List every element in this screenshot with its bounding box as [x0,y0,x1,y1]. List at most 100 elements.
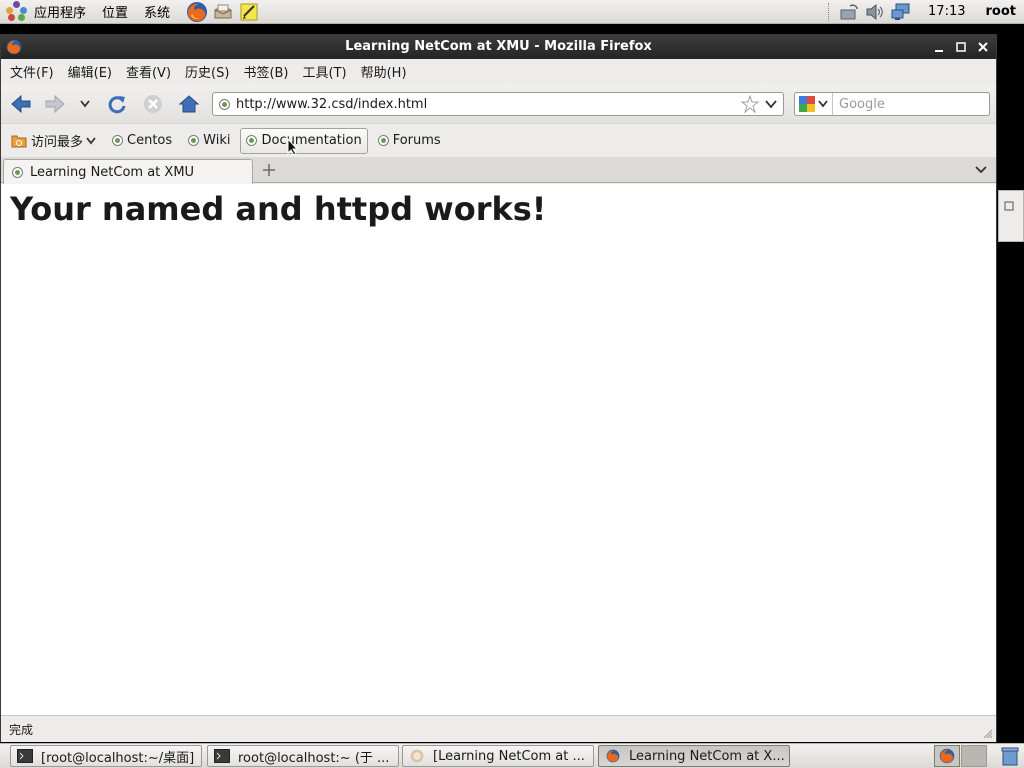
chevron-down-icon [80,100,90,108]
top-panel: 应用程序 位置 系统 17:13 root [0,0,1024,24]
close-icon [978,42,988,52]
mail-launcher[interactable] [210,0,236,24]
firefox-window: Learning NetCom at XMU - Mozilla Firefox… [0,34,1009,742]
minimize-button[interactable] [930,38,948,56]
task-terminal-root[interactable]: root@localhost:~ (于 ... [207,745,399,767]
bookmark-documentation[interactable]: Documentation [240,127,368,154]
firefox-icon [606,749,620,763]
most-visited-label: 访问最多 [31,135,84,150]
display-tray[interactable] [888,0,914,24]
forward-button[interactable] [39,88,71,120]
maximize-icon [956,42,966,52]
forward-arrow-icon [45,94,65,114]
navigation-toolbar [1,85,1009,123]
task-label: root@localhost:~ (于 ... [238,750,390,766]
resize-grip-icon[interactable] [983,729,993,739]
most-visited-folder[interactable]: 访问最多 [5,128,102,154]
star-icon[interactable] [741,95,759,113]
tab-strip: Learning NetCom at XMU [1,157,996,184]
menu-help[interactable]: 帮助(H) [354,59,414,83]
task-firefox-minimized[interactable]: [Learning NetCom at ... [402,745,594,767]
firefox-launcher[interactable] [184,0,210,24]
bookmark-favicon-icon [112,135,124,146]
bookmark-label: Centos [127,133,173,148]
home-button[interactable] [173,88,205,120]
stop-icon [144,95,162,113]
bookmark-label: Documentation [261,133,362,148]
url-dropdown-icon[interactable] [763,96,779,112]
system-menu[interactable]: 系统 [136,0,178,24]
background-window-edge[interactable] [998,190,1024,242]
gnome-foot-icon [6,0,28,23]
places-menu[interactable]: 位置 [94,0,136,24]
task-firefox-active[interactable]: Learning NetCom at X... [598,745,790,767]
new-tab-button[interactable] [259,161,279,179]
notes-launcher[interactable] [236,0,262,24]
applications-menu[interactable]: 应用程序 [0,0,94,24]
task-label: [root@localhost:~/桌面] [41,750,195,766]
bookmark-centos[interactable]: Centos [106,128,178,154]
status-text: 完成 [9,722,34,737]
maximize-button[interactable] [952,38,970,56]
tab-favicon-icon [12,166,23,178]
status-bar: 完成 [1,715,996,742]
history-dropdown-button[interactable] [73,88,97,120]
plus-icon [263,164,275,176]
system-label: 系统 [144,6,171,21]
volume-icon [866,3,883,20]
notes-icon [240,3,258,20]
list-all-tabs-button[interactable] [973,163,989,177]
menu-view[interactable]: 查看(V) [119,59,178,83]
url-bar[interactable] [212,92,784,116]
network-icon [840,3,858,19]
minimize-icon [935,50,943,52]
menu-tools[interactable]: 工具(T) [296,59,354,83]
volume-tray[interactable] [862,0,888,24]
page-content: Your named and httpd works! [1,184,996,715]
places-label: 位置 [102,6,129,21]
search-engine-selector[interactable] [795,93,833,115]
stop-button[interactable] [137,88,169,120]
bookmark-wiki[interactable]: Wiki [182,128,236,154]
firefox-icon [187,1,208,22]
back-button[interactable] [5,88,37,120]
window-title: Learning NetCom at XMU - Mozilla Firefox [345,39,652,54]
bookmarks-toolbar: 访问最多 Centos Wiki Documentation Forums [1,123,996,157]
bookmark-favicon-icon [188,135,200,146]
workspace-2[interactable] [961,745,987,767]
trash-icon [1001,747,1019,766]
task-label: Learning NetCom at X... [629,748,785,764]
reload-button[interactable] [101,88,133,120]
bookmark-forums[interactable]: Forums [372,128,447,154]
terminal-icon [214,749,230,763]
task-terminal-desktop[interactable]: [root@localhost:~/桌面] [10,745,202,767]
tab-title: Learning NetCom at XMU [30,164,195,180]
bottom-panel: [root@localhost:~/桌面] root@localhost:~ (… [0,743,1024,768]
home-icon [178,95,200,113]
search-bar[interactable] [794,92,1009,116]
search-input[interactable] [833,94,1009,114]
workspace-1[interactable] [934,745,960,767]
url-input[interactable] [236,94,741,114]
task-label: [Learning NetCom at ... [433,748,585,764]
clock[interactable]: 17:13 [914,4,975,19]
menu-bookmarks[interactable]: 书签(B) [236,59,295,83]
user-switcher[interactable]: root [976,4,1024,19]
close-button[interactable] [974,38,992,56]
google-icon [799,96,815,112]
menu-history[interactable]: 历史(S) [178,59,236,83]
bookmark-favicon-icon [246,135,258,146]
window-titlebar[interactable]: Learning NetCom at XMU - Mozilla Firefox [1,35,996,59]
chevron-down-icon [975,166,987,174]
mouse-pointer-icon [287,138,299,156]
menu-edit[interactable]: 编辑(E) [61,59,119,83]
site-favicon-icon [219,98,230,110]
trash-button[interactable] [999,745,1021,767]
chevron-down-icon [818,100,828,108]
menu-file[interactable]: 文件(F) [3,59,61,83]
folder-icon [11,135,27,147]
display-icon [891,3,910,20]
panel-separator [828,2,832,21]
tab-learning-netcom[interactable]: Learning NetCom at XMU [3,159,253,184]
network-tray[interactable] [836,0,862,24]
